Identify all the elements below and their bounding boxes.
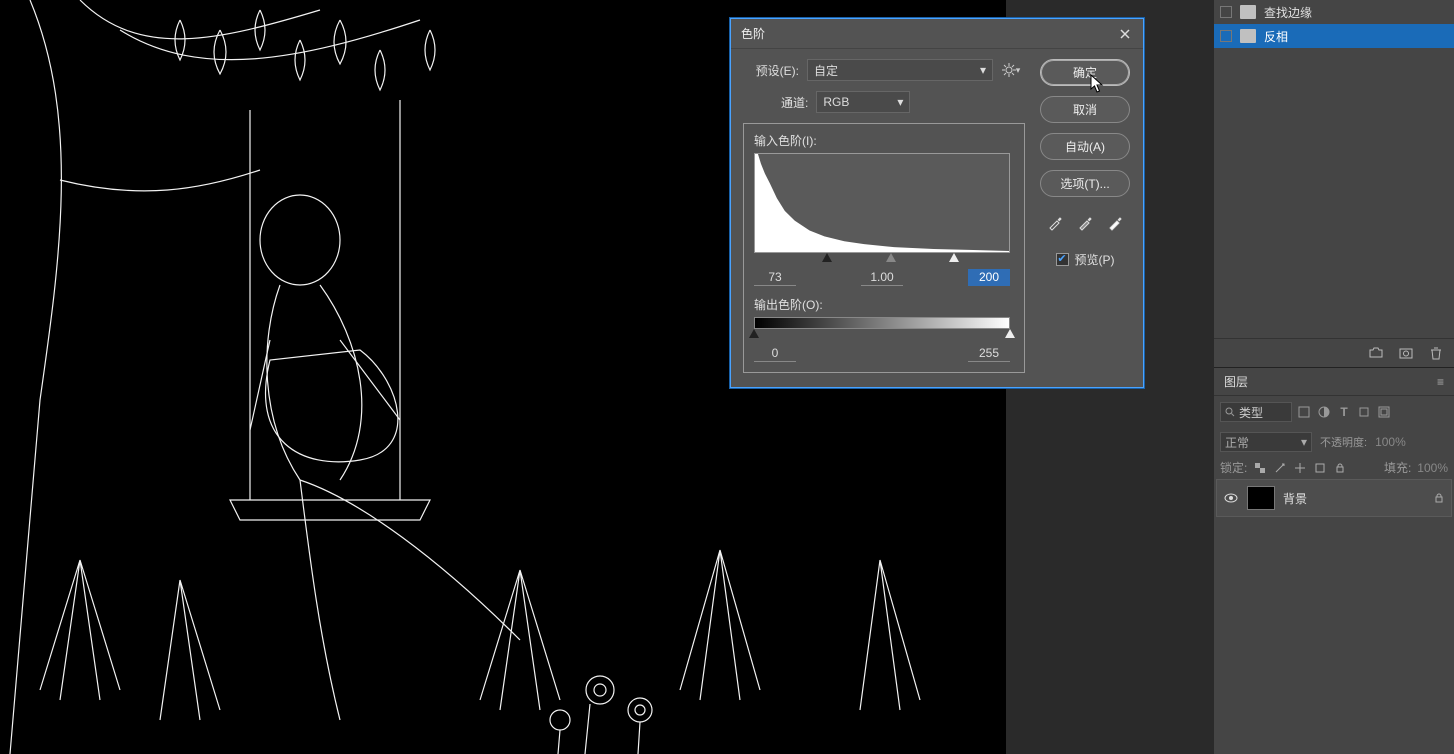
- fill-label: 填充:: [1384, 459, 1411, 476]
- eyedropper-group: [1045, 213, 1125, 233]
- preset-value: 自定: [814, 62, 838, 79]
- filter-type-icon[interactable]: T: [1336, 404, 1352, 420]
- dialog-titlebar[interactable]: 色阶: [731, 19, 1143, 49]
- histogram[interactable]: [754, 153, 1010, 253]
- lock-artboard-icon[interactable]: [1313, 461, 1327, 475]
- preset-select[interactable]: 自定 ▾: [807, 59, 993, 81]
- output-values-row: [754, 345, 1010, 362]
- lock-all-icon[interactable]: [1333, 461, 1347, 475]
- opacity-label: 不透明度:: [1320, 434, 1367, 450]
- visibility-icon[interactable]: [1223, 490, 1239, 506]
- camera-icon[interactable]: [1398, 345, 1414, 361]
- preset-gear-icon[interactable]: ▾: [1001, 60, 1021, 80]
- dialog-body: 预设(E): 自定 ▾ ▾ 通道: RGB ▾ 输入色阶(I):: [731, 49, 1143, 387]
- history-panel: 查找边缘 反相: [1214, 0, 1454, 48]
- blend-mode-select[interactable]: 正常 ▾: [1220, 432, 1312, 452]
- output-black-field[interactable]: [754, 345, 796, 362]
- output-slider-track[interactable]: [754, 329, 1010, 343]
- output-white-field[interactable]: [968, 345, 1010, 362]
- output-white-slider[interactable]: [1005, 329, 1015, 338]
- lock-row: 锁定: 填充: 100%: [1214, 456, 1454, 479]
- lock-transparency-icon[interactable]: [1253, 461, 1267, 475]
- input-gamma-field[interactable]: [861, 269, 903, 286]
- preview-checkbox[interactable]: ✔: [1056, 253, 1069, 266]
- cancel-button[interactable]: 取消: [1040, 96, 1130, 123]
- auto-button[interactable]: 自动(A): [1040, 133, 1130, 160]
- input-white-field[interactable]: [968, 269, 1010, 286]
- history-checkbox[interactable]: [1220, 6, 1232, 18]
- blend-mode-value: 正常: [1225, 434, 1249, 451]
- history-label: 反相: [1264, 28, 1288, 45]
- lock-position-icon[interactable]: [1293, 461, 1307, 475]
- input-levels-label: 输入色阶(I):: [754, 134, 817, 148]
- preview-label: 预览(P): [1075, 251, 1115, 268]
- lock-label: 锁定:: [1220, 459, 1247, 476]
- layer-lock-icon: [1433, 492, 1445, 504]
- filter-pixel-icon[interactable]: [1296, 404, 1312, 420]
- history-checkbox[interactable]: [1220, 30, 1232, 42]
- filter-shape-icon[interactable]: [1356, 404, 1372, 420]
- preset-label: 预设(E):: [743, 62, 799, 79]
- levels-dialog: 色阶 预设(E): 自定 ▾ ▾ 通道: RGB ▾ 输入色阶(I):: [730, 18, 1144, 388]
- document-icon: [1240, 5, 1256, 19]
- eyedropper-white-icon[interactable]: [1105, 213, 1125, 233]
- black-point-slider[interactable]: [822, 253, 832, 262]
- history-label: 查找边缘: [1264, 4, 1312, 21]
- dialog-title-text: 色阶: [741, 25, 765, 42]
- history-item-find-edges[interactable]: 查找边缘: [1214, 0, 1454, 24]
- fill-value[interactable]: 100%: [1417, 461, 1448, 475]
- layers-panel: 图层 ≡ 类型 T 正常 ▾ 不透明度: 100% 锁定:: [1214, 367, 1454, 517]
- layers-tab[interactable]: 图层 ≡: [1214, 368, 1454, 396]
- filter-placeholder: 类型: [1239, 404, 1263, 421]
- input-slider-track[interactable]: [754, 253, 1010, 267]
- input-values-row: [754, 269, 1010, 286]
- history-item-invert[interactable]: 反相: [1214, 24, 1454, 48]
- white-point-slider[interactable]: [949, 253, 959, 262]
- ok-button[interactable]: 确定: [1040, 59, 1130, 86]
- chevron-down-icon: ▾: [980, 63, 986, 77]
- new-snapshot-icon[interactable]: [1368, 345, 1384, 361]
- output-gradient[interactable]: [754, 317, 1010, 329]
- channel-select[interactable]: RGB ▾: [816, 91, 910, 113]
- lock-pixels-icon[interactable]: [1273, 461, 1287, 475]
- dialog-buttons: 确定 取消 自动(A) 选项(T)... ✔ 预览(P): [1039, 59, 1131, 268]
- layers-tab-label: 图层: [1224, 373, 1248, 390]
- chevron-down-icon: ▾: [897, 95, 903, 109]
- blend-opacity-row: 正常 ▾ 不透明度: 100%: [1214, 428, 1454, 456]
- layer-filter-type[interactable]: 类型: [1220, 402, 1292, 422]
- trash-icon[interactable]: [1428, 345, 1444, 361]
- preview-row: ✔ 预览(P): [1056, 251, 1115, 268]
- search-icon: [1225, 407, 1235, 417]
- panel-menu-icon[interactable]: ≡: [1437, 375, 1444, 389]
- gamma-slider[interactable]: [886, 253, 896, 262]
- eyedropper-gray-icon[interactable]: [1075, 213, 1095, 233]
- chevron-down-icon: ▾: [1301, 435, 1307, 449]
- filter-smartobject-icon[interactable]: [1376, 404, 1392, 420]
- document-icon: [1240, 29, 1256, 43]
- right-panels: 查找边缘 反相 图层 ≡ 类型 T 正: [1214, 0, 1454, 754]
- close-icon[interactable]: [1117, 26, 1133, 42]
- layer-thumbnail: [1247, 486, 1275, 510]
- panel-footer-icons: [1214, 338, 1454, 367]
- layer-name: 背景: [1283, 490, 1307, 507]
- eyedropper-black-icon[interactable]: [1045, 213, 1065, 233]
- output-black-slider[interactable]: [749, 329, 759, 338]
- levels-box: 输入色阶(I): 输出色阶(O):: [743, 123, 1025, 373]
- layer-filter-row: 类型 T: [1214, 396, 1454, 428]
- layer-item-background[interactable]: 背景: [1216, 479, 1452, 517]
- channel-value: RGB: [823, 95, 849, 109]
- channel-label: 通道:: [781, 94, 808, 111]
- output-levels-label: 输出色阶(O):: [754, 298, 823, 312]
- filter-adjustment-icon[interactable]: [1316, 404, 1332, 420]
- input-black-field[interactable]: [754, 269, 796, 286]
- options-button[interactable]: 选项(T)...: [1040, 170, 1130, 197]
- output-section: 输出色阶(O):: [754, 296, 1014, 362]
- opacity-value[interactable]: 100%: [1375, 435, 1406, 449]
